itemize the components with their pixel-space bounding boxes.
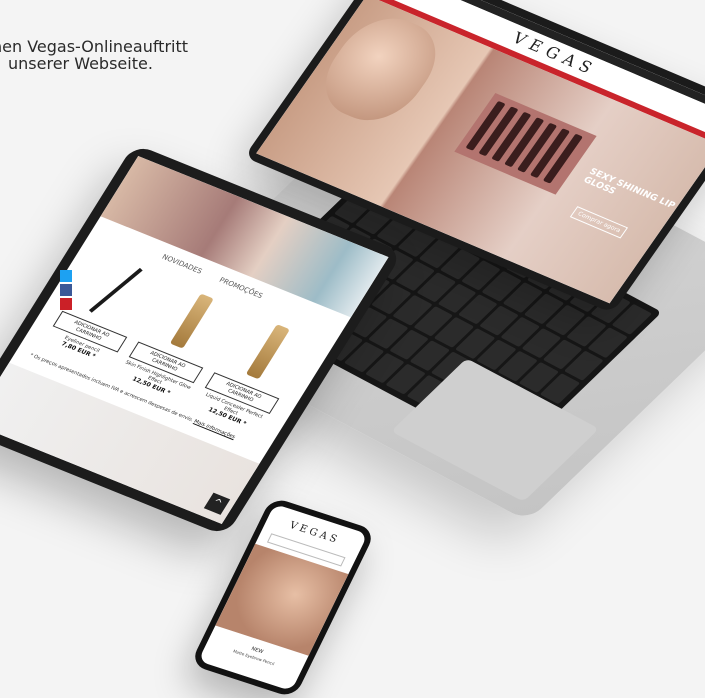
model-face-image bbox=[306, 5, 455, 133]
hero-title: SEXY SHINING LIP GLOSS bbox=[581, 167, 677, 212]
twitter-icon[interactable] bbox=[60, 270, 72, 282]
hero-cta-button[interactable]: Comprar agora bbox=[569, 206, 629, 239]
caption-line-2: unserer Webseite. bbox=[8, 54, 153, 73]
caption-line-1: hen Vegas-Onlineauftritt bbox=[0, 37, 189, 56]
pinterest-icon[interactable] bbox=[60, 298, 72, 310]
facebook-icon[interactable] bbox=[60, 284, 72, 296]
social-share-bar bbox=[60, 270, 72, 312]
marketing-caption: hen Vegas-Onlineauftritt unserer Webseit… bbox=[0, 38, 188, 72]
phone-website: VEGAS NEW Matte Eyebrow Pencil bbox=[198, 503, 368, 692]
